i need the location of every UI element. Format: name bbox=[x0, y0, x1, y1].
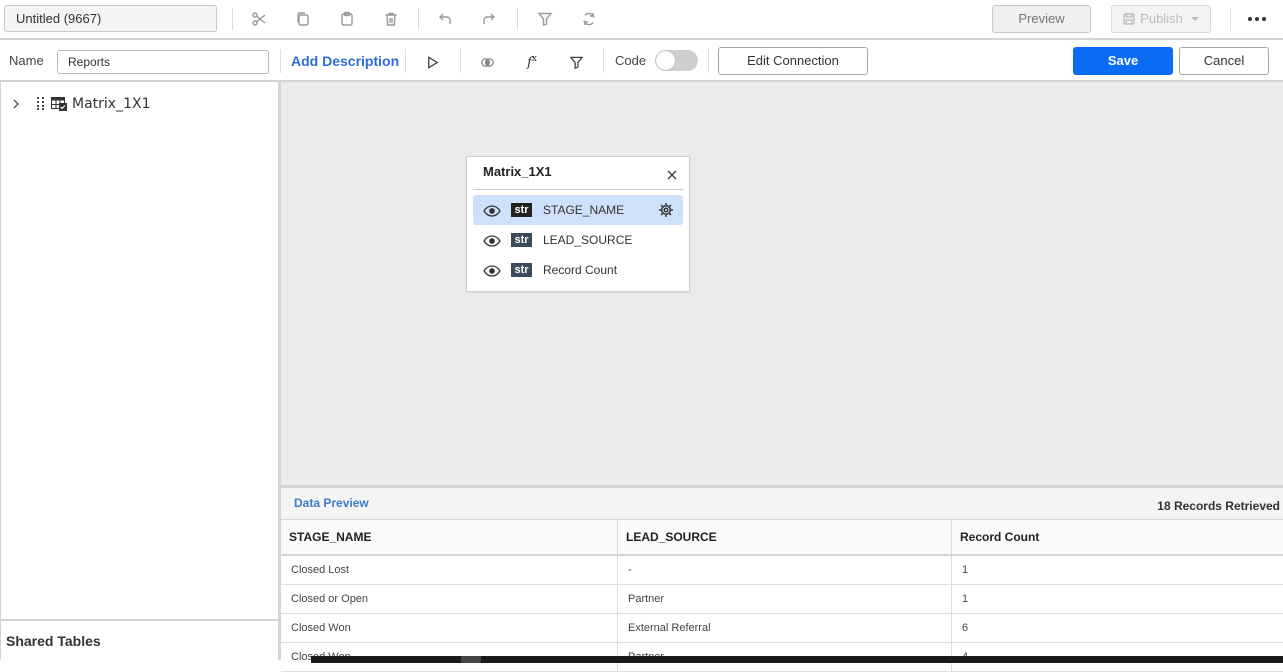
toolbar-divider bbox=[1230, 8, 1231, 30]
undo-icon[interactable] bbox=[436, 10, 454, 28]
drag-handle-icon[interactable] bbox=[37, 97, 45, 111]
gear-icon[interactable] bbox=[658, 202, 674, 218]
table-cell: Closed or Open bbox=[281, 585, 618, 613]
toolbar-divider bbox=[280, 49, 281, 73]
records-retrieved-count: 18 Records Retrieved bbox=[1157, 499, 1280, 513]
divider bbox=[473, 189, 683, 190]
name-label: Name bbox=[9, 53, 44, 68]
field-name: STAGE_NAME bbox=[543, 203, 625, 217]
filter-icon[interactable] bbox=[567, 53, 585, 71]
table-row: Closed or Open Partner 1 bbox=[281, 585, 1283, 614]
add-description-link[interactable]: Add Description bbox=[291, 53, 399, 69]
save-button[interactable]: Save bbox=[1073, 47, 1173, 75]
shared-tables-header[interactable]: Shared Tables bbox=[1, 619, 279, 660]
table-row: Closed Lost - 1 bbox=[281, 556, 1283, 585]
type-badge: str bbox=[511, 263, 532, 277]
preview-button[interactable]: Preview bbox=[992, 5, 1091, 33]
column-header[interactable]: STAGE_NAME bbox=[281, 520, 618, 554]
query-toolbar: Name Add Description fx Code Edit Connec… bbox=[0, 40, 1283, 82]
tables-panel: Matrix_1X1 Shared Tables bbox=[0, 82, 281, 660]
tree-item-label: Matrix_1X1 bbox=[72, 96, 151, 112]
toolbar-divider bbox=[603, 49, 604, 73]
data-preview-panel: Data Preview 18 Records Retrieved STAGE_… bbox=[281, 485, 1283, 672]
save-disk-icon bbox=[1123, 13, 1135, 25]
eye-icon[interactable] bbox=[483, 264, 501, 277]
tree-item-matrix[interactable]: Matrix_1X1 bbox=[9, 94, 150, 114]
publish-button[interactable]: Publish bbox=[1111, 5, 1211, 33]
run-icon[interactable] bbox=[423, 53, 441, 71]
edit-connection-button[interactable]: Edit Connection bbox=[718, 47, 868, 75]
table-cell: 6 bbox=[962, 622, 969, 634]
toolbar-divider bbox=[418, 8, 419, 30]
toolbar-divider bbox=[460, 49, 461, 73]
table-row: Closed Won External Referral 6 bbox=[281, 614, 1283, 643]
toolbar-divider bbox=[708, 49, 709, 73]
cancel-button[interactable]: Cancel bbox=[1179, 47, 1269, 75]
field-row[interactable]: str STAGE_NAME bbox=[473, 195, 683, 225]
data-preview-grid: STAGE_NAME LEAD_SOURCE Record Count Clos… bbox=[281, 519, 1283, 672]
table-cell: 1 bbox=[962, 564, 969, 576]
toolbar-divider bbox=[517, 8, 518, 30]
cut-icon[interactable] bbox=[250, 10, 268, 28]
join-icon[interactable] bbox=[478, 53, 496, 71]
type-badge: str bbox=[511, 203, 532, 217]
grid-header-row: STAGE_NAME LEAD_SOURCE Record Count bbox=[281, 520, 1283, 556]
type-badge: str bbox=[511, 233, 532, 247]
document-title-field[interactable]: Untitled (9667) bbox=[4, 5, 217, 32]
design-canvas[interactable]: Matrix_1X1 str STAGE_NAME str LEAD_SOURC… bbox=[281, 82, 1283, 485]
table-card[interactable]: Matrix_1X1 str STAGE_NAME str LEAD_SOURC… bbox=[466, 156, 690, 292]
table-cell: Closed Lost bbox=[281, 556, 618, 584]
field-row[interactable]: str Record Count bbox=[473, 255, 683, 285]
eye-icon[interactable] bbox=[483, 204, 501, 217]
field-name: LEAD_SOURCE bbox=[543, 233, 633, 247]
field-name: Record Count bbox=[543, 263, 618, 277]
table-cell: 1 bbox=[962, 593, 969, 605]
chevron-right-icon[interactable] bbox=[9, 97, 23, 111]
paste-icon[interactable] bbox=[338, 10, 356, 28]
more-options-icon[interactable] bbox=[1245, 10, 1269, 28]
name-input[interactable] bbox=[57, 50, 269, 74]
data-preview-title: Data Preview bbox=[294, 496, 369, 510]
eye-icon[interactable] bbox=[483, 234, 501, 247]
delete-icon[interactable] bbox=[382, 10, 400, 28]
refresh-icon[interactable] bbox=[580, 10, 598, 28]
chevron-down-icon bbox=[1190, 17, 1199, 21]
column-header[interactable]: Record Count bbox=[952, 520, 1283, 554]
publish-label: Publish bbox=[1140, 11, 1183, 26]
copy-icon[interactable] bbox=[294, 10, 312, 28]
toolbar-divider bbox=[405, 49, 406, 73]
field-row[interactable]: str LEAD_SOURCE bbox=[473, 225, 683, 255]
code-label: Code bbox=[615, 53, 647, 68]
close-icon[interactable] bbox=[667, 167, 679, 180]
table-cell: - bbox=[618, 556, 952, 584]
table-cell: Closed Won bbox=[281, 614, 618, 642]
top-toolbar: Untitled (9667) Preview Publish bbox=[0, 0, 1283, 40]
table-cell: Partner bbox=[618, 585, 952, 613]
toolbar-divider bbox=[232, 8, 233, 30]
column-header[interactable]: LEAD_SOURCE bbox=[618, 520, 952, 554]
formula-icon[interactable]: fx bbox=[523, 53, 541, 71]
filter-icon[interactable] bbox=[536, 10, 554, 28]
table-icon bbox=[51, 97, 67, 111]
code-toggle[interactable] bbox=[655, 50, 698, 71]
redo-icon[interactable] bbox=[480, 10, 498, 28]
table-cell: External Referral bbox=[618, 614, 952, 642]
table-card-title: Matrix_1X1 bbox=[483, 164, 552, 179]
